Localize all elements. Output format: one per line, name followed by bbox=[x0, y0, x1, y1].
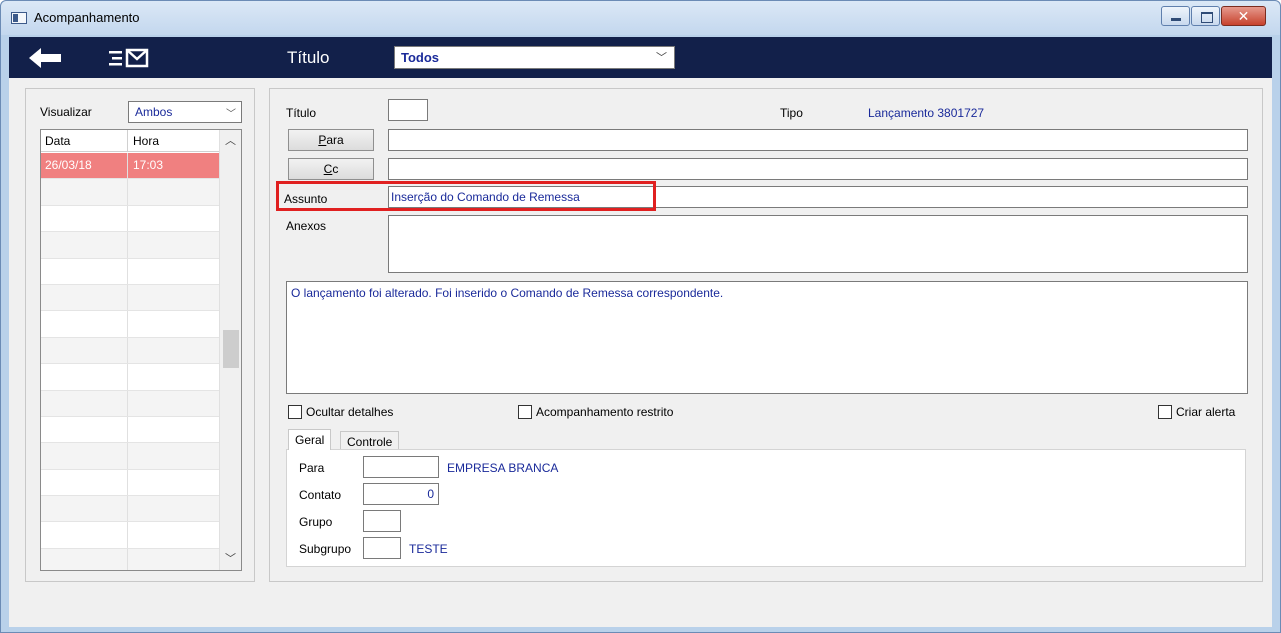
geral-para-label: Para bbox=[299, 461, 325, 475]
para-button[interactable]: Para bbox=[288, 129, 374, 151]
empty-row bbox=[41, 258, 219, 285]
assunto-highlight-box bbox=[276, 181, 656, 211]
empty-row bbox=[41, 179, 219, 206]
empty-row bbox=[41, 311, 219, 338]
grid-header: Data Hora bbox=[41, 130, 219, 152]
scroll-up-icon[interactable]: ︿ bbox=[220, 132, 241, 150]
empty-row bbox=[41, 232, 219, 259]
criar-alerta-label: Criar alerta bbox=[1176, 405, 1236, 419]
empty-row bbox=[41, 205, 219, 233]
para-button-label: Para bbox=[318, 133, 344, 147]
contato-value: 0 bbox=[427, 487, 434, 501]
grupo-label: Grupo bbox=[299, 515, 333, 529]
empty-row bbox=[41, 337, 219, 365]
ocultar-detalhes-label: Ocultar detalhes bbox=[306, 405, 394, 419]
tab-controle[interactable]: Controle bbox=[340, 431, 400, 450]
cc-button-label: Cc bbox=[323, 162, 339, 176]
details-tabs: Geral Controle bbox=[286, 429, 1246, 450]
minimize-button[interactable] bbox=[1161, 6, 1190, 26]
contato-input[interactable]: 0 bbox=[363, 483, 439, 505]
checkbox-box bbox=[288, 405, 302, 419]
anexos-label: Anexos bbox=[286, 219, 327, 233]
geral-para-code-input[interactable] bbox=[363, 456, 439, 478]
contato-label: Contato bbox=[299, 488, 342, 502]
table-row[interactable]: 26/03/18 17:03 bbox=[41, 153, 219, 180]
visualizar-select[interactable]: Ambos ﹀ bbox=[128, 101, 242, 123]
message-panel: Título Tipo Lançamento 3801727 Para Cc A… bbox=[269, 88, 1263, 582]
tipo-value: Lançamento 3801727 bbox=[868, 106, 985, 120]
empty-row bbox=[41, 443, 219, 470]
acompanhamento-restrito-checkbox[interactable]: Acompanhamento restrito bbox=[518, 404, 673, 420]
column-header-data[interactable]: Data bbox=[45, 134, 70, 148]
tipo-label: Tipo bbox=[780, 106, 803, 120]
chevron-down-icon: ﹀ bbox=[656, 52, 667, 64]
message-body-text: O lançamento foi alterado. Foi inserido … bbox=[291, 286, 724, 300]
empty-row bbox=[41, 416, 219, 444]
checkbox-box bbox=[518, 405, 532, 419]
close-button[interactable]: ✕ bbox=[1221, 6, 1266, 26]
close-icon: ✕ bbox=[1237, 8, 1250, 24]
title-filter-select[interactable]: Todos ﹀ bbox=[394, 46, 675, 69]
checkbox-box bbox=[1158, 405, 1172, 419]
back-arrow-icon[interactable] bbox=[27, 47, 67, 69]
empty-row bbox=[41, 548, 219, 570]
maximize-button[interactable] bbox=[1191, 6, 1220, 26]
subgrupo-name: TESTE bbox=[409, 542, 448, 556]
cc-input[interactable] bbox=[388, 158, 1248, 180]
message-list-icon[interactable] bbox=[107, 47, 151, 69]
empty-row bbox=[41, 364, 219, 391]
window-title: Acompanhamento bbox=[34, 10, 140, 25]
criar-alerta-checkbox[interactable]: Criar alerta bbox=[1158, 404, 1235, 420]
title-bar[interactable]: Acompanhamento ✕ bbox=[1, 1, 1280, 35]
visualizar-value: Ambos bbox=[135, 105, 173, 119]
top-toolbar: Título Todos ﹀ bbox=[9, 37, 1272, 78]
window-app-icon bbox=[11, 12, 27, 24]
grid-rows: 26/03/18 17:03 bbox=[41, 153, 219, 570]
vertical-scrollbar[interactable]: ︿ ﹀ bbox=[219, 130, 241, 570]
grupo-input[interactable] bbox=[363, 510, 401, 532]
subgrupo-label: Subgrupo bbox=[299, 542, 352, 556]
scroll-down-icon[interactable]: ﹀ bbox=[220, 550, 241, 568]
titulo-label: Título bbox=[286, 106, 317, 120]
toolbar-title-label: Título bbox=[287, 48, 330, 67]
empty-row bbox=[41, 284, 219, 312]
visualizar-label: Visualizar bbox=[40, 105, 92, 119]
row-date: 26/03/18 bbox=[45, 158, 92, 172]
scroll-thumb[interactable] bbox=[223, 330, 239, 368]
empty-row bbox=[41, 390, 219, 417]
history-grid: Data Hora 26/03/18 17:03 ︿ ﹀ bbox=[40, 129, 242, 571]
chevron-down-icon: ﹀ bbox=[226, 109, 236, 120]
anexos-box[interactable] bbox=[388, 215, 1248, 273]
column-header-hora[interactable]: Hora bbox=[133, 134, 159, 148]
row-time: 17:03 bbox=[133, 158, 164, 172]
para-input[interactable] bbox=[388, 129, 1248, 151]
app-window: Acompanhamento ✕ Título Todos ﹀ Visualiz… bbox=[0, 0, 1281, 633]
history-panel: Visualizar Ambos ﹀ Data Hora 26/03/18 17… bbox=[25, 88, 255, 582]
empty-row bbox=[41, 496, 219, 523]
empty-row bbox=[41, 522, 219, 549]
ocultar-detalhes-checkbox[interactable]: Ocultar detalhes bbox=[288, 404, 393, 420]
title-filter-value: Todos bbox=[401, 50, 440, 65]
client-area: Visualizar Ambos ﹀ Data Hora 26/03/18 17… bbox=[9, 78, 1272, 627]
geral-para-name: EMPRESA BRANCA bbox=[447, 461, 559, 475]
message-body-textarea[interactable]: O lançamento foi alterado. Foi inserido … bbox=[286, 281, 1248, 394]
empty-row bbox=[41, 469, 219, 497]
tab-geral[interactable]: Geral bbox=[288, 429, 332, 450]
window-controls: ✕ bbox=[1160, 6, 1266, 26]
titulo-input[interactable] bbox=[388, 99, 428, 121]
cc-button[interactable]: Cc bbox=[288, 158, 374, 180]
acompanhamento-restrito-label: Acompanhamento restrito bbox=[536, 405, 674, 419]
subgrupo-input[interactable] bbox=[363, 537, 401, 559]
tab-geral-panel: Para EMPRESA BRANCA Contato 0 Grupo Subg… bbox=[286, 449, 1246, 567]
